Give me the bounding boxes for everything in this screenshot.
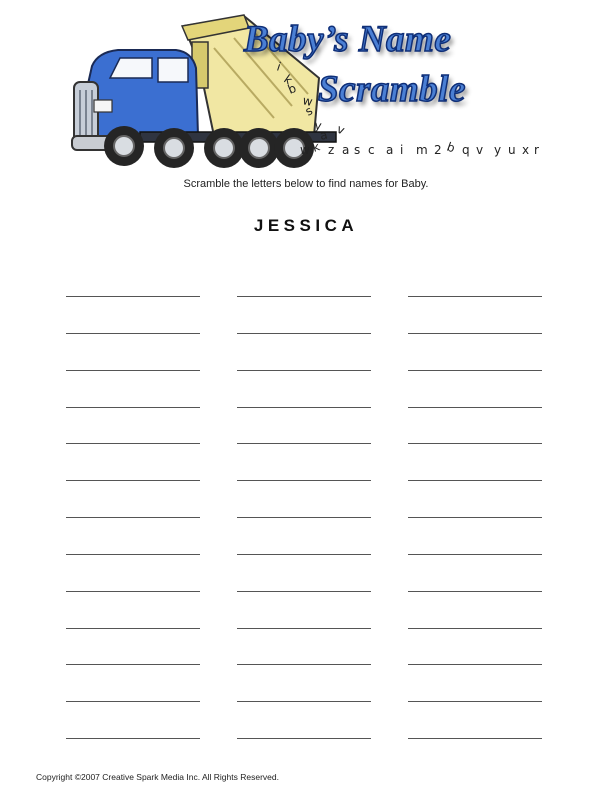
answer-row: [66, 664, 544, 701]
answer-blank-line: [408, 369, 542, 371]
answer-row: [66, 406, 544, 444]
answer-blank-line: [408, 627, 542, 629]
answer-blank-line: [408, 332, 542, 334]
answer-row: [66, 701, 544, 738]
answer-blank-line: [66, 332, 200, 334]
svg-text:y: y: [494, 143, 501, 157]
svg-text:z: z: [328, 143, 334, 157]
answer-blank-line: [237, 332, 371, 334]
svg-text:v: v: [476, 143, 483, 157]
answer-blank-line: [237, 517, 371, 519]
answer-row: [66, 738, 544, 775]
answer-blank-line: [408, 443, 542, 445]
answer-blank-line: [66, 443, 200, 445]
svg-text:a: a: [342, 143, 349, 157]
answer-grid: [66, 296, 544, 775]
svg-text:v: v: [335, 122, 347, 138]
answer-blank-line: [408, 480, 542, 482]
answer-row: [66, 553, 544, 591]
answer-blank-line: [66, 553, 200, 555]
svg-text:r: r: [534, 143, 539, 157]
svg-text:2: 2: [434, 143, 442, 157]
answer-blank-line: [237, 627, 371, 629]
answer-blank-line: [237, 369, 371, 371]
answer-blank-line: [66, 296, 200, 297]
answer-blank-line: [66, 664, 200, 666]
baby-name-heading: JESSICA: [253, 216, 359, 235]
answer-blank-line: [66, 480, 200, 482]
answer-blank-line: [408, 517, 542, 519]
answer-row: [66, 443, 544, 480]
copyright-text: Copyright ©2007 Creative Spark Media Inc…: [36, 772, 279, 782]
answer-blank-line: [237, 443, 371, 445]
answer-row: [66, 480, 544, 517]
answer-row: [66, 627, 544, 665]
answer-row: [66, 369, 544, 407]
answer-blank-line: [408, 553, 542, 555]
title-line-2: Scramble: [317, 68, 466, 111]
answer-blank-line: [408, 701, 542, 703]
svg-text:i: i: [400, 143, 403, 157]
answer-blank-line: [66, 406, 200, 408]
answer-row: [66, 332, 544, 370]
answer-blank-line: [66, 369, 200, 371]
answer-row: [66, 517, 544, 554]
answer-blank-line: [237, 553, 371, 555]
answer-blank-line: [237, 296, 371, 297]
svg-text:m: m: [416, 143, 428, 157]
svg-text:a: a: [386, 143, 393, 157]
instructions-text: Scramble the letters below to find names…: [183, 178, 429, 190]
answer-blank-line: [66, 517, 200, 519]
answer-blank-line: [66, 590, 200, 592]
answer-blank-line: [408, 296, 542, 297]
answer-blank-line: [237, 480, 371, 482]
answer-blank-line: [237, 701, 371, 703]
title-block: Baby’s Name Scramble: [226, 12, 536, 122]
answer-blank-line: [408, 738, 542, 740]
answer-row: [66, 296, 544, 333]
svg-text:w: w: [300, 143, 310, 157]
answer-blank-line: [408, 590, 542, 592]
svg-text:x: x: [522, 143, 529, 157]
answer-blank-line: [237, 738, 371, 740]
svg-text:c: c: [368, 143, 375, 157]
svg-text:s: s: [354, 143, 360, 157]
answer-blank-line: [408, 406, 542, 408]
title-line-1: Baby’s Name: [243, 18, 452, 61]
answer-blank-line: [237, 590, 371, 592]
answer-blank-line: [237, 406, 371, 408]
answer-blank-line: [66, 701, 200, 703]
svg-text:u: u: [508, 143, 516, 157]
answer-blank-line: [237, 664, 371, 666]
svg-text:b: b: [445, 140, 457, 156]
svg-text:q: q: [462, 143, 470, 157]
answer-blank-line: [408, 664, 542, 666]
answer-row: [66, 590, 544, 628]
answer-blank-line: [66, 627, 200, 629]
answer-blank-line: [66, 738, 200, 740]
